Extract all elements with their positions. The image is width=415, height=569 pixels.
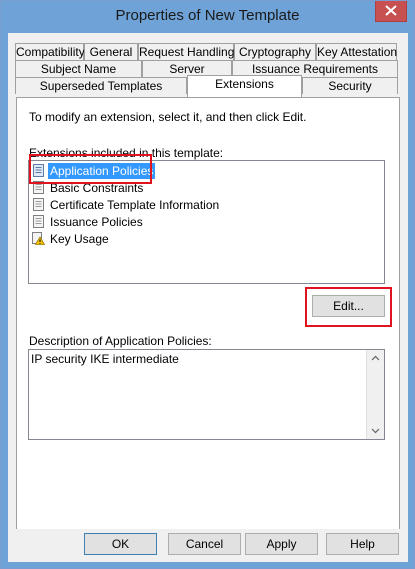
annotation-highlight-edit-button [305,287,392,327]
apply-button[interactable]: Apply [245,533,318,555]
tab-general[interactable]: General [84,43,138,60]
tab-cryptography[interactable]: Cryptography [234,43,316,60]
tab-request-handling[interactable]: Request Handling [138,43,234,60]
window-title: Properties of New Template [115,7,300,24]
properties-dialog: Properties of New Template Compatibility… [0,0,415,569]
description-text: IP security IKE intermediate [31,352,179,366]
dialog-client-area: Compatibility General Request Handling C… [8,33,408,562]
warning-icon [32,232,45,245]
chevron-down-icon [371,428,380,434]
title-bar[interactable]: Properties of New Template [1,1,414,33]
tab-compatibility[interactable]: Compatibility [15,43,85,60]
instruction-text: To modify an extension, select it, and t… [29,110,307,124]
scroll-down-button[interactable] [367,422,384,439]
tab-security[interactable]: Security [302,77,398,94]
close-icon [385,5,397,16]
document-icon [33,215,44,228]
tab-subject-name[interactable]: Subject Name [15,60,142,77]
list-item-label: Key Usage [50,232,109,246]
cancel-button[interactable]: Cancel [168,533,241,555]
annotation-highlight-selected-item [29,154,152,184]
document-icon [33,198,44,211]
description-scrollbar[interactable] [366,350,384,439]
tab-superseded-templates[interactable]: Superseded Templates [15,77,187,94]
tab-key-attestation[interactable]: Key Attestation [316,43,397,60]
help-button[interactable]: Help [326,533,399,555]
chevron-up-icon [371,355,380,361]
scroll-up-button[interactable] [367,350,384,367]
description-label: Description of Application Policies: [29,334,212,348]
close-button[interactable] [375,1,407,22]
list-item-label: Issuance Policies [50,215,143,229]
tab-extensions[interactable]: Extensions [187,75,302,97]
list-item-label: Certificate Template Information [50,198,220,212]
description-textbox[interactable]: IP security IKE intermediate [28,349,385,440]
dialog-button-bar: OK Cancel Apply Help [8,529,408,562]
ok-button[interactable]: OK [84,533,157,555]
